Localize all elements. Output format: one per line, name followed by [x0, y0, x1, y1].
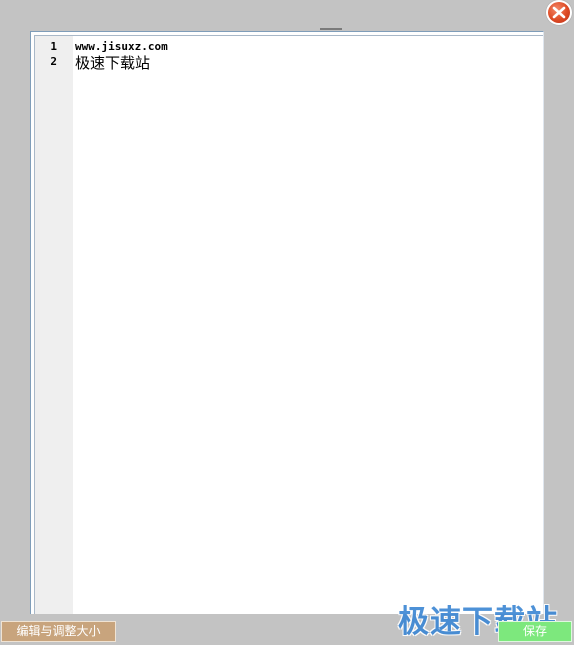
line-number: 1	[50, 40, 57, 53]
line-number-gutter: 1 2	[35, 36, 73, 614]
text-editor[interactable]: 1 2 www.jisuxz.com 极速下载站	[30, 31, 544, 614]
save-button[interactable]: 保存	[498, 621, 572, 642]
editor-area[interactable]: 1 2 www.jisuxz.com 极速下载站	[34, 35, 543, 614]
close-icon	[552, 6, 566, 19]
line-number: 2	[50, 55, 57, 68]
close-button[interactable]	[546, 0, 572, 25]
edit-resize-button[interactable]: 编辑与调整大小	[1, 621, 116, 642]
drag-handle[interactable]	[320, 28, 342, 30]
editor-dialog: 1 2 www.jisuxz.com 极速下载站 极速下载站 编辑与调整大小 保…	[0, 0, 574, 645]
code-line[interactable]: 极速下载站	[75, 52, 150, 73]
